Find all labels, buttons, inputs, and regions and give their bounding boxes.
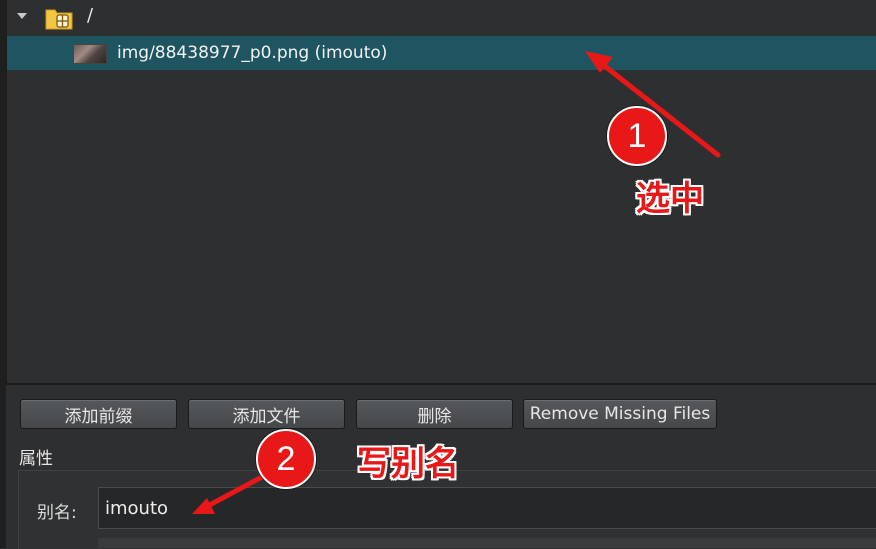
add-prefix-button[interactable]: 添加前缀 (20, 399, 177, 429)
properties-title: 属性 (19, 449, 53, 469)
alias-label: 别名: (37, 503, 77, 523)
delete-button[interactable]: 删除 (356, 399, 513, 429)
chevron-down-icon[interactable] (17, 13, 27, 19)
alias-input[interactable] (98, 487, 876, 529)
remove-missing-files-button[interactable]: Remove Missing Files (523, 399, 717, 429)
tree-file-label: img/88438977_p0.png (imouto) (117, 43, 388, 63)
folder-package-icon (45, 6, 73, 30)
image-thumbnail-icon (73, 44, 107, 64)
add-file-button[interactable]: 添加文件 (188, 399, 345, 429)
next-field[interactable] (98, 538, 876, 548)
tree-row-root[interactable]: / (7, 0, 876, 34)
tree-row-file-selected[interactable]: img/88438977_p0.png (imouto) (7, 36, 876, 70)
tree-root-label: / (87, 5, 94, 26)
resource-tree[interactable]: / img/88438977_p0.png (imouto) (6, 0, 876, 383)
